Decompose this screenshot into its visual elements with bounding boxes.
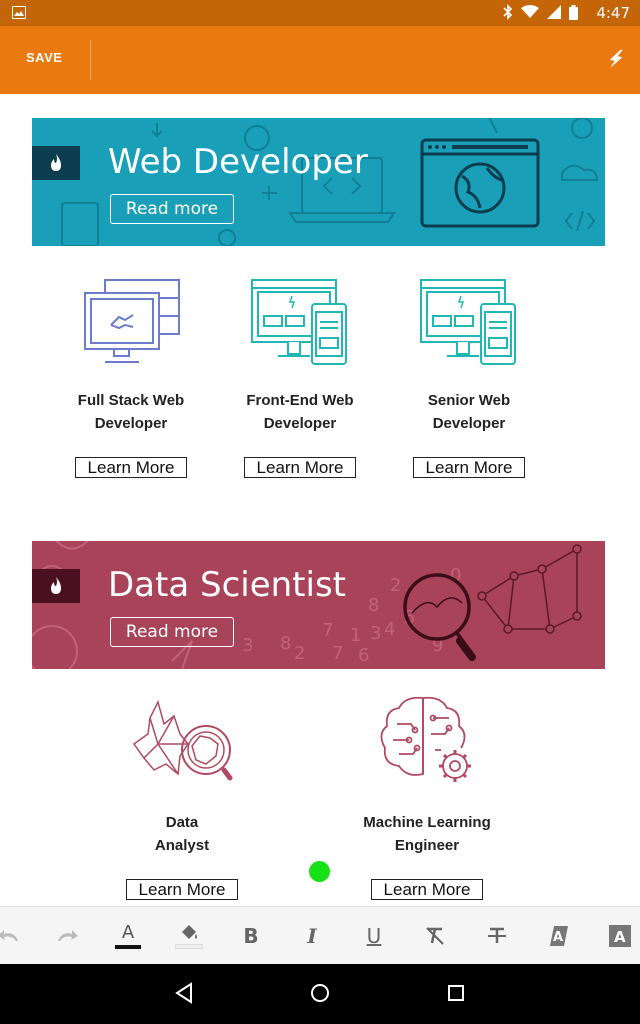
- svg-text:2: 2: [390, 575, 401, 596]
- bluetooth-icon: [503, 4, 513, 25]
- flame-icon: [51, 154, 61, 171]
- text-background-icon[interactable]: A: [605, 921, 635, 951]
- banner-flame-box: [32, 569, 80, 603]
- svg-text:1: 1: [350, 625, 361, 646]
- front-end-devices-icon: [251, 279, 347, 365]
- underline-icon[interactable]: U: [359, 921, 389, 951]
- italic-icon[interactable]: I: [297, 921, 327, 951]
- job-title-line2: Developer: [432, 415, 506, 432]
- battery-icon: [569, 4, 578, 25]
- svg-text:A: A: [553, 930, 563, 945]
- svg-text:2: 2: [294, 643, 305, 664]
- app-bar: SAVE: [0, 26, 640, 94]
- job-card-machine-learning[interactable]: Machine Learning Engineer Learn More: [357, 694, 497, 900]
- learn-more-button[interactable]: Learn More: [74, 457, 188, 478]
- status-time: 4:47: [596, 4, 630, 22]
- learn-more-button[interactable]: Learn More: [243, 457, 357, 478]
- job-card-data-analyst[interactable]: Data Analyst Learn More: [122, 694, 242, 900]
- learn-more-button[interactable]: Learn More: [125, 879, 239, 900]
- text-shadow-icon[interactable]: A: [543, 921, 573, 951]
- svg-text:7: 7: [332, 643, 343, 664]
- job-title-line1: Senior Web: [427, 392, 511, 409]
- svg-text:6: 6: [358, 645, 369, 666]
- machine-learning-brain-icon: [380, 696, 471, 782]
- data-scientist-banner[interactable]: 827 134 827 639 50 Data Scientist Read m…: [32, 541, 605, 669]
- flame-icon: [51, 577, 61, 594]
- appbar-divider: [90, 40, 91, 80]
- formatting-toolbar: A B I U A A: [0, 906, 640, 965]
- home-icon[interactable]: [309, 982, 331, 1009]
- fill-color-swatch: [175, 943, 203, 949]
- text-color-swatch: [115, 944, 141, 949]
- job-title-line1: Data: [165, 814, 199, 831]
- svg-text:3: 3: [370, 623, 381, 644]
- redo-icon[interactable]: [52, 921, 82, 951]
- svg-text:A: A: [614, 928, 626, 946]
- job-title-line2: Engineer: [394, 837, 460, 854]
- read-more-button[interactable]: Read more: [110, 617, 234, 647]
- banner-title: Data Scientist: [108, 565, 346, 605]
- clear-format-icon[interactable]: [420, 921, 450, 951]
- navigation-bar: [0, 964, 640, 1024]
- job-title-line1: Full Stack Web: [77, 392, 185, 409]
- touch-indicator: [309, 861, 330, 882]
- svg-text:8: 8: [280, 633, 291, 654]
- job-card-senior[interactable]: Senior Web Developer Learn More: [409, 278, 529, 478]
- recent-apps-icon[interactable]: [446, 982, 466, 1009]
- status-bar: 4:47: [0, 0, 640, 26]
- banner-decoration: [61, 118, 599, 246]
- share-icon[interactable]: [606, 48, 626, 75]
- editor-content[interactable]: Web Developer Read more Full Stack Web D…: [0, 94, 640, 906]
- text-color-icon[interactable]: A: [113, 921, 143, 951]
- back-icon[interactable]: [174, 982, 194, 1009]
- gallery-notification-icon: [12, 6, 26, 24]
- senior-devices-icon: [420, 279, 516, 365]
- fill-color-icon[interactable]: [174, 921, 204, 951]
- signal-icon: [547, 5, 561, 24]
- undo-icon[interactable]: [0, 921, 24, 951]
- svg-text:4: 4: [384, 619, 395, 640]
- full-stack-monitor-icon: [84, 279, 180, 363]
- text-color-glyph: A: [121, 921, 135, 943]
- learn-more-button[interactable]: Learn More: [370, 879, 484, 900]
- web-developer-banner[interactable]: Web Developer Read more: [32, 118, 605, 246]
- svg-text:8: 8: [368, 595, 379, 616]
- job-title-line2: Developer: [94, 415, 168, 432]
- learn-more-button[interactable]: Learn More: [412, 457, 526, 478]
- save-button[interactable]: SAVE: [26, 50, 62, 65]
- job-title-line2: Developer: [263, 415, 337, 432]
- svg-text:7: 7: [322, 620, 333, 641]
- job-card-front-end[interactable]: Front-End Web Developer Learn More: [240, 278, 360, 478]
- data-analyst-icon: [132, 699, 233, 781]
- job-card-full-stack[interactable]: Full Stack Web Developer Learn More: [71, 278, 191, 478]
- banner-decoration: 827 134 827 63 9 50: [32, 541, 582, 669]
- bold-icon[interactable]: B: [236, 921, 266, 951]
- strikethrough-icon[interactable]: [482, 921, 512, 951]
- wifi-icon: [521, 5, 539, 24]
- banner-flame-box: [32, 146, 80, 180]
- job-title-line2: Analyst: [154, 837, 210, 854]
- read-more-button[interactable]: Read more: [110, 194, 234, 224]
- job-title-line1: Front-End Web: [246, 392, 354, 409]
- job-title-line1: Machine Learning: [363, 814, 491, 831]
- svg-text:3: 3: [242, 635, 253, 656]
- banner-title: Web Developer: [108, 142, 368, 182]
